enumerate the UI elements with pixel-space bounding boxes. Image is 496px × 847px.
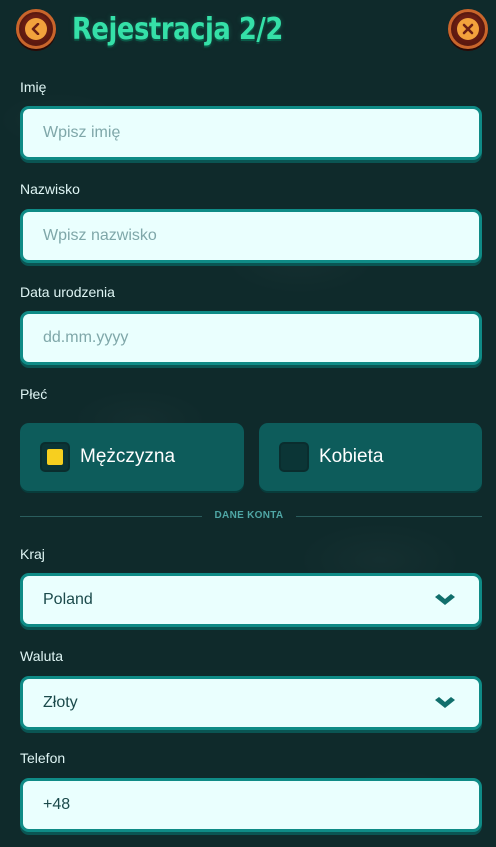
back-button[interactable] bbox=[16, 9, 56, 49]
last-name-label: Nazwisko bbox=[20, 181, 80, 197]
country-label: Kraj bbox=[20, 546, 45, 562]
close-button[interactable] bbox=[448, 9, 488, 49]
header: Rejestracja 2/2 bbox=[0, 0, 496, 66]
country-value: Poland bbox=[43, 591, 93, 608]
back-arrow-icon bbox=[25, 18, 47, 40]
gender-option-female-label: Kobieta bbox=[319, 446, 384, 467]
last-name-placeholder: Wpisz nazwisko bbox=[43, 227, 157, 244]
gender-option-male-label: Mężczyzna bbox=[80, 446, 176, 467]
currency-select[interactable]: Złoty bbox=[20, 676, 482, 730]
chevron-down-icon bbox=[435, 594, 455, 605]
chevron-down-icon bbox=[435, 697, 455, 708]
page-title: Rejestracja 2/2 bbox=[72, 12, 283, 47]
gender-label: Płeć bbox=[20, 386, 48, 402]
currency-label: Waluta bbox=[20, 648, 64, 664]
phone-value: +48 bbox=[43, 796, 71, 813]
phone-input[interactable]: +48 bbox=[20, 778, 482, 832]
section-divider-right bbox=[296, 516, 482, 517]
first-name-placeholder: Wpisz imię bbox=[43, 124, 121, 141]
checkbox-checked-mark bbox=[47, 449, 63, 465]
last-name-input[interactable]: Wpisz nazwisko bbox=[20, 209, 482, 263]
phone-label: Telefon bbox=[20, 750, 66, 766]
female-checkbox[interactable] bbox=[279, 442, 309, 472]
section-divider-left bbox=[20, 516, 202, 517]
male-checkbox[interactable] bbox=[40, 442, 70, 472]
birth-date-label: Data urodzenia bbox=[20, 284, 115, 300]
close-x-icon bbox=[457, 18, 479, 40]
gender-option-male[interactable]: Mężczyzna bbox=[20, 423, 244, 491]
first-name-input[interactable]: Wpisz imię bbox=[20, 106, 482, 160]
country-select[interactable]: Poland bbox=[20, 573, 482, 627]
gender-option-female[interactable]: Kobieta bbox=[259, 423, 482, 491]
first-name-label: Imię bbox=[20, 79, 47, 95]
section-title: DANE KONTA bbox=[214, 510, 284, 521]
currency-value: Złoty bbox=[43, 694, 78, 711]
birth-date-input[interactable]: dd.mm.yyyy bbox=[20, 311, 482, 365]
birth-date-placeholder: dd.mm.yyyy bbox=[43, 329, 129, 346]
